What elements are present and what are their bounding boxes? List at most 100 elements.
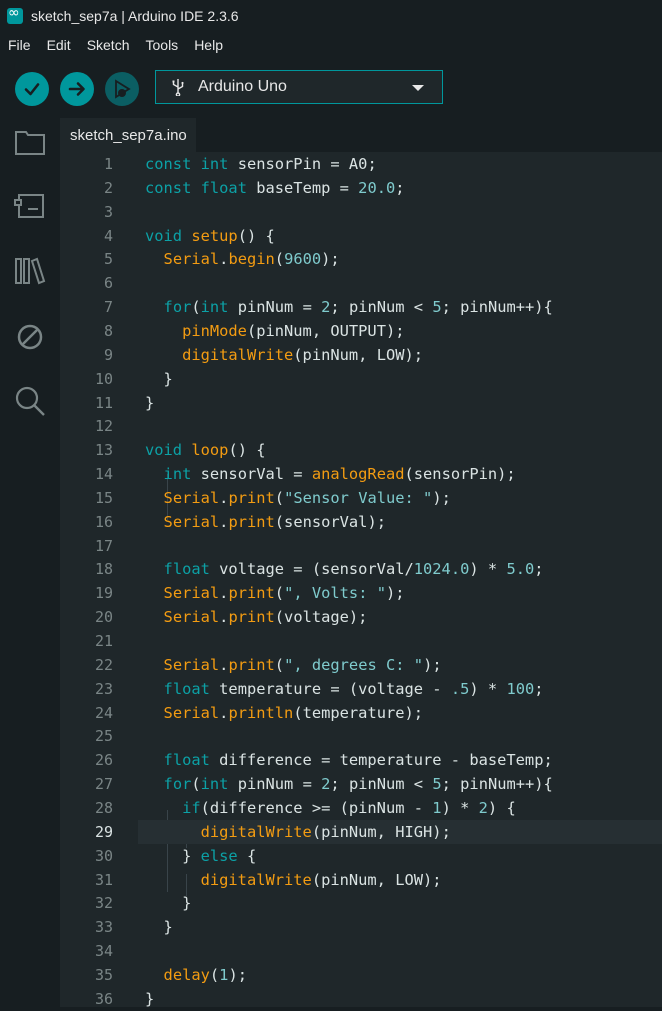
code-text: float temperature = (voltage - .5) * 100… <box>163 679 544 698</box>
code-editor[interactable]: 1 const int sensorPin = A0; 2 const float b… <box>60 152 662 1008</box>
sidebar <box>0 118 60 1007</box>
line-number: 3 <box>103 202 113 221</box>
code-line[interactable]: 28 if(difference >= (pinNum - 1) * 2) { <box>60 796 662 820</box>
checkmark-icon <box>24 83 40 96</box>
code-line[interactable]: 13 void loop() { <box>60 438 662 462</box>
board-name: Arduino Uno <box>198 78 287 95</box>
arduino-logo-icon <box>7 5 23 24</box>
menu-file[interactable]: File <box>0 37 39 53</box>
code-text: } <box>145 369 173 388</box>
library-manager-icon[interactable] <box>13 254 47 288</box>
line-number: 12 <box>94 417 113 436</box>
window-title: sketch_sep7a | Arduino IDE 2.3.6 <box>31 8 239 24</box>
code-line[interactable]: 2 const float baseTemp = 20.0; <box>60 176 662 200</box>
code-text: Serial.print(voltage); <box>163 608 368 627</box>
code-text: digitalWrite(pinNum, LOW); <box>200 870 442 889</box>
code-text: Serial.print("Sensor Value: "); <box>163 488 451 507</box>
code-line[interactable]: 33 } <box>60 915 662 939</box>
line-number: 15 <box>94 488 113 507</box>
line-number: 22 <box>94 655 113 674</box>
line-number: 5 <box>103 250 113 269</box>
code-line[interactable]: 26 float difference = temperature - base… <box>60 748 662 772</box>
menu-help[interactable]: Help <box>186 37 231 53</box>
board-selector[interactable]: Arduino Uno <box>155 70 443 104</box>
code-line[interactable]: 9 digitalWrite(pinNum, LOW); <box>60 343 662 367</box>
code-line[interactable]: 7 for(int pinNum = 2; pinNum < 5; pinNum… <box>60 295 662 319</box>
code-line[interactable]: 30 } else { <box>60 844 662 868</box>
line-number: 35 <box>94 965 113 984</box>
code-text: Serial.print(sensorVal); <box>163 512 386 531</box>
debug-icon <box>115 79 131 99</box>
line-number: 33 <box>94 918 113 937</box>
code-line[interactable]: 17 <box>60 534 662 558</box>
code-text: } <box>145 989 155 1008</box>
usb-icon <box>172 79 184 96</box>
code-text: delay(1); <box>163 965 247 984</box>
code-line[interactable]: 27 for(int pinNum = 2; pinNum < 5; pinNu… <box>60 772 662 796</box>
search-icon[interactable] <box>13 384 47 418</box>
upload-button[interactable] <box>60 72 94 106</box>
code-text: int sensorVal = analogRead(sensorPin); <box>163 465 516 484</box>
line-number: 4 <box>103 226 113 245</box>
code-text: if(difference >= (pinNum - 1) * 2) { <box>182 798 516 817</box>
code-text: void loop() { <box>145 441 266 460</box>
line-number: 14 <box>94 465 113 484</box>
line-number: 27 <box>94 775 113 794</box>
code-line[interactable]: 36} <box>60 987 662 1011</box>
code-line[interactable]: 22 Serial.print(", degrees C: "); <box>60 653 662 677</box>
line-number: 31 <box>94 870 113 889</box>
boards-manager-icon[interactable] <box>13 189 47 223</box>
code-line[interactable]: 15 Serial.print("Sensor Value: "); <box>60 486 662 510</box>
code-line[interactable]: 11} <box>60 391 662 415</box>
code-line[interactable]: 1 const int sensorPin = A0; <box>60 152 662 176</box>
line-number: 20 <box>94 608 113 627</box>
verify-button[interactable] <box>15 72 49 106</box>
menu-sketch[interactable]: Sketch <box>79 37 138 53</box>
tab-label: sketch_sep7a.ino <box>70 126 187 144</box>
code-line[interactable]: 29 digitalWrite(pinNum, HIGH); <box>60 819 662 844</box>
line-number: 11 <box>94 393 113 412</box>
line-number: 7 <box>103 298 113 317</box>
menu-tools[interactable]: Tools <box>138 37 187 53</box>
code-line[interactable]: 12 <box>60 414 662 438</box>
code-line[interactable]: 34 <box>60 939 662 963</box>
line-number: 21 <box>94 632 113 650</box>
line-number: 34 <box>94 942 113 961</box>
line-number: 1 <box>103 155 113 173</box>
line-number: 28 <box>94 798 113 817</box>
code-line[interactable]: 3 <box>60 200 662 224</box>
line-number: 30 <box>94 846 113 865</box>
code-line[interactable]: 21 <box>60 629 662 653</box>
code-line[interactable]: 4 void setup() { <box>60 224 662 248</box>
code-text: const float baseTemp = 20.0; <box>145 178 405 197</box>
debug-disabled-icon[interactable] <box>13 320 47 354</box>
sketchbook-folder-icon[interactable] <box>13 125 47 159</box>
code-line[interactable]: 24 Serial.println(temperature); <box>60 701 662 725</box>
menu-bar: File Edit Sketch Tools Help <box>0 32 662 58</box>
code-line[interactable]: 5 Serial.begin(9600); <box>60 247 662 271</box>
line-number: 2 <box>103 178 113 197</box>
line-number: 13 <box>94 441 113 460</box>
code-line[interactable]: 31 digitalWrite(pinNum, LOW); <box>60 868 662 892</box>
tab-sketch[interactable]: sketch_sep7a.ino <box>60 118 196 152</box>
line-number: 17 <box>94 536 113 555</box>
code-line[interactable]: 14 int sensorVal = analogRead(sensorPin)… <box>60 462 662 486</box>
code-line[interactable]: 16 Serial.print(sensorVal); <box>60 510 662 534</box>
code-text: pinMode(pinNum, OUTPUT); <box>182 321 405 340</box>
line-number: 6 <box>103 274 113 293</box>
code-text: } else { <box>145 846 257 865</box>
code-line[interactable]: 18 float voltage = (sensorVal/1024.0) * … <box>60 557 662 581</box>
code-line[interactable]: 35 delay(1); <box>60 963 662 987</box>
code-line[interactable]: 8 pinMode(pinNum, OUTPUT); <box>60 319 662 343</box>
line-number: 19 <box>94 584 113 603</box>
code-line[interactable]: 23 float temperature = (voltage - .5) * … <box>60 677 662 701</box>
menu-edit[interactable]: Edit <box>39 37 79 53</box>
code-line[interactable]: 6 <box>60 271 662 295</box>
code-line[interactable]: 10 } <box>60 367 662 391</box>
code-line[interactable]: 32 } <box>60 891 662 915</box>
code-line[interactable]: 20 Serial.print(voltage); <box>60 605 662 629</box>
code-text: void setup() { <box>145 226 275 245</box>
debug-button[interactable] <box>105 72 139 106</box>
code-line[interactable]: 25 <box>60 724 662 748</box>
code-line[interactable]: 19 Serial.print(", Volts: "); <box>60 581 662 605</box>
